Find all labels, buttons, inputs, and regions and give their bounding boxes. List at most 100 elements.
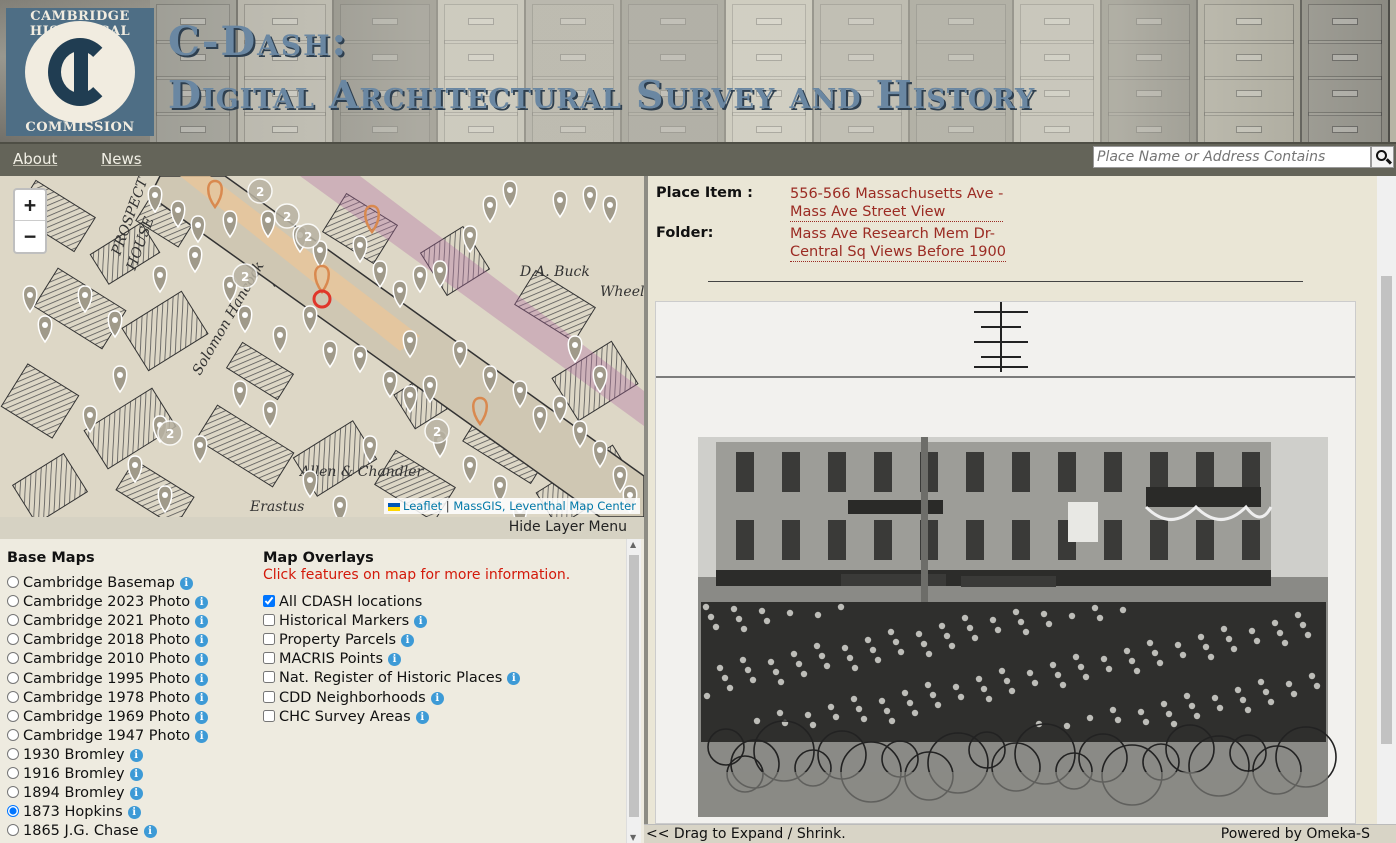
info-icon[interactable]: i [143, 825, 157, 839]
crowd-face [712, 623, 720, 631]
map-overlay-option[interactable]: Nat. Register of Historic Places i [263, 670, 521, 686]
scroll-down-arrow-icon[interactable]: ▼ [630, 833, 636, 842]
historic-photo[interactable] [655, 301, 1356, 824]
base-map-radio[interactable] [7, 614, 19, 627]
info-icon[interactable]: i [414, 615, 428, 629]
hide-layer-menu-button[interactable]: Hide Layer Menu [509, 519, 627, 535]
building-window [1242, 520, 1260, 560]
overlay-checkbox[interactable] [263, 595, 275, 607]
base-map-option[interactable]: 1873 Hopkins i [7, 804, 141, 820]
base-map-radio[interactable] [7, 652, 19, 665]
crowd-face [971, 634, 979, 642]
folder-link[interactable]: Mass Ave Research Mem Dr- Central Sq View… [790, 225, 1006, 262]
map-overlay-option[interactable]: MACRIS Points i [263, 651, 402, 667]
scroll-up-arrow-icon[interactable]: ▲ [630, 540, 636, 549]
overlay-checkbox[interactable] [263, 652, 275, 665]
info-icon[interactable]: i [129, 787, 143, 801]
base-map-option[interactable]: Cambridge 1995 Photo i [7, 671, 209, 687]
overlay-checkbox[interactable] [263, 614, 275, 627]
scrollbar-thumb[interactable] [629, 555, 639, 817]
base-map-option[interactable]: 1865 J.G. Chase i [7, 823, 157, 839]
drag-resize-hint[interactable]: << Drag to Expand / Shrink. [646, 826, 846, 842]
zoom-in-button[interactable]: + [15, 190, 45, 221]
info-icon[interactable]: i [195, 615, 209, 629]
map-view[interactable]: PROSPECT HOUSE Solomon Hancock D.A. Buck Whe… [0, 176, 644, 517]
overlay-checkbox[interactable] [263, 690, 275, 703]
info-icon[interactable]: i [129, 768, 143, 781]
building-window [1058, 452, 1076, 492]
marker-dot [407, 337, 413, 343]
leaflet-link[interactable]: Leaflet [403, 499, 442, 513]
info-icon[interactable]: i [127, 806, 141, 820]
info-icon[interactable]: i [195, 653, 209, 667]
base-map-option[interactable]: Cambridge 2010 Photo i [7, 651, 209, 667]
base-map-radio[interactable] [7, 747, 19, 760]
zoom-out-button[interactable]: − [15, 221, 45, 252]
base-map-radio[interactable] [7, 671, 19, 684]
info-icon[interactable]: i [415, 710, 429, 724]
base-map-radio[interactable] [7, 709, 19, 722]
marker-dot [577, 427, 583, 433]
overlay-checkbox[interactable] [263, 633, 275, 646]
map-overlay-option[interactable]: CDD Neighborhoods i [263, 690, 444, 706]
base-map-radio[interactable] [7, 767, 19, 779]
crowd-face [1105, 665, 1113, 673]
info-icon[interactable]: i [401, 634, 415, 648]
base-map-option[interactable]: Cambridge 2018 Photo i [7, 632, 209, 648]
marker-dot [337, 502, 343, 508]
base-map-radio[interactable] [7, 595, 19, 608]
base-map-option[interactable]: 1930 Bromley i [7, 747, 143, 763]
overlay-label: CHC Survey Areas [279, 708, 411, 725]
info-icon[interactable]: i [430, 691, 444, 705]
map-overlay-option[interactable]: CHC Survey Areas i [263, 709, 429, 725]
info-icon[interactable]: i [195, 710, 209, 724]
overlay-checkbox[interactable] [263, 709, 275, 722]
info-icon[interactable]: i [388, 653, 402, 667]
info-icon[interactable]: i [179, 577, 193, 590]
base-map-option[interactable]: Cambridge 2021 Photo i [7, 613, 209, 629]
base-map-option[interactable]: Cambridge 1978 Photo i [7, 690, 209, 706]
crowd-face [925, 650, 933, 658]
search-button[interactable] [1371, 146, 1394, 168]
place-item-link[interactable]: 556-566 Massachusetts Ave - Mass Ave Stre… [790, 185, 1004, 222]
nav-news-link[interactable]: News [101, 150, 142, 168]
historic-map-tiles[interactable]: PROSPECTHOUSESolomon Hancock D.A. BuckWhe… [0, 176, 644, 517]
crowd-face [776, 709, 784, 717]
crowd-face [1170, 720, 1178, 728]
info-icon[interactable]: i [195, 634, 209, 648]
commission-logo[interactable]: CAMBRIDGE HISTORICAL COMMISSION [6, 8, 154, 136]
base-map-radio[interactable] [7, 690, 19, 703]
crowd-face [957, 693, 965, 701]
content-scrollbar-thumb[interactable] [1381, 276, 1392, 744]
overlay-checkbox[interactable] [263, 671, 275, 684]
marker-dot [82, 292, 88, 298]
base-map-option[interactable]: Cambridge 2023 Photo i [7, 594, 209, 610]
info-icon[interactable]: i [129, 748, 143, 762]
content-scrollbar[interactable] [1377, 176, 1396, 824]
map-overlay-option[interactable]: All CDASH locations [263, 594, 422, 610]
base-map-option[interactable]: Cambridge 1969 Photo i [7, 709, 209, 725]
base-map-option[interactable]: 1916 Bromley i [7, 766, 143, 782]
base-map-radio[interactable] [7, 633, 19, 646]
base-map-radio[interactable] [7, 786, 19, 799]
info-icon[interactable]: i [195, 729, 209, 743]
layer-menu-scrollbar[interactable]: ▲ ▼ [626, 539, 641, 843]
source-link[interactable]: MassGIS, Leventhal Map Center [453, 499, 636, 513]
nav-about-link[interactable]: About [13, 150, 57, 168]
info-icon[interactable]: i [195, 672, 209, 686]
info-icon[interactable]: i [195, 691, 209, 705]
base-map-radio[interactable] [7, 576, 19, 588]
base-map-option[interactable]: Cambridge Basemap i [7, 575, 193, 591]
marker-dot [417, 272, 423, 278]
base-map-radio[interactable] [7, 805, 19, 818]
map-overlay-option[interactable]: Property Parcels i [263, 632, 415, 648]
base-map-radio[interactable] [7, 728, 19, 741]
search-input[interactable] [1093, 146, 1371, 168]
info-icon[interactable]: i [195, 596, 209, 610]
crowd-face [1271, 619, 1279, 627]
base-map-option[interactable]: 1894 Bromley i [7, 785, 143, 801]
info-icon[interactable]: i [507, 672, 521, 686]
base-map-radio[interactable] [7, 824, 19, 837]
base-map-option[interactable]: Cambridge 1947 Photo i [7, 728, 209, 744]
map-overlay-option[interactable]: Historical Markers i [263, 613, 428, 629]
